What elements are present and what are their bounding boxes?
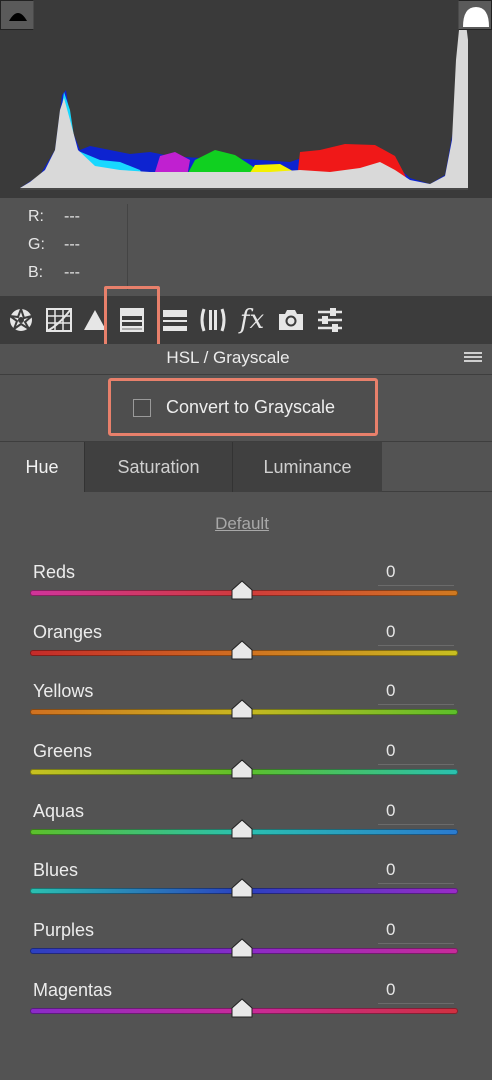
- readout-row-r: R: ---: [28, 208, 80, 226]
- slider-value-field[interactable]: 0: [378, 622, 454, 646]
- slider-value-field[interactable]: 0: [378, 980, 454, 1004]
- camera-calibration-icon: [279, 310, 303, 330]
- slider-value-field[interactable]: 0: [378, 562, 454, 586]
- readout-label: R:: [28, 208, 44, 225]
- slider-blues: Blues 0: [0, 860, 492, 920]
- shadow-clipping-toggle[interactable]: [0, 0, 34, 30]
- slider-label: Yellows: [33, 681, 94, 701]
- histogram-graph: [0, 0, 492, 198]
- panel-menu-icon[interactable]: [464, 352, 482, 366]
- readout-label: G:: [28, 236, 45, 253]
- slider-purples: Purples 0: [0, 920, 492, 980]
- tab-hue[interactable]: Hue: [0, 442, 84, 492]
- panel-title: HSL / Grayscale: [166, 348, 290, 367]
- slider-thumb[interactable]: [231, 580, 253, 600]
- panel-header: HSL / Grayscale: [0, 344, 492, 375]
- slider-yellows: Yellows 0: [0, 681, 492, 741]
- slider-aquas: Aquas 0: [0, 801, 492, 861]
- slider-value-field[interactable]: 0: [378, 920, 454, 944]
- slider-thumb[interactable]: [231, 819, 253, 839]
- readout-row-b: B: ---: [28, 264, 80, 282]
- slider-thumb[interactable]: [231, 640, 253, 660]
- highlight-clipping-toggle[interactable]: [458, 0, 492, 30]
- slider-thumb[interactable]: [231, 699, 253, 719]
- presets-sliders-icon: [318, 308, 342, 332]
- readout-value: ---: [64, 208, 80, 225]
- lens-corrections-button[interactable]: [198, 304, 228, 336]
- slider-value-field[interactable]: 0: [378, 801, 454, 825]
- lens-corrections-icon: [200, 308, 226, 332]
- panel-toolbar: fx: [0, 296, 492, 344]
- presets-button[interactable]: [315, 304, 345, 336]
- tab-strip-filler: [382, 442, 492, 492]
- slider-thumb[interactable]: [231, 878, 253, 898]
- slider-greens: Greens 0: [0, 741, 492, 801]
- convert-grayscale-label[interactable]: Convert to Grayscale: [166, 397, 335, 418]
- readout-row-g: G: ---: [28, 236, 80, 254]
- grid-icon: [46, 308, 72, 332]
- convert-grayscale-checkbox[interactable]: [133, 399, 151, 417]
- convert-grayscale-highlight: Convert to Grayscale: [108, 378, 378, 436]
- shadow-clip-icon: [9, 13, 27, 21]
- slider-thumb[interactable]: [231, 998, 253, 1018]
- active-tool-highlight: [104, 286, 160, 348]
- slider-label: Magentas: [33, 980, 113, 1000]
- slider-label: Greens: [33, 741, 93, 761]
- split-toning-icon: [163, 310, 187, 331]
- slider-label: Blues: [33, 860, 79, 880]
- readout-divider: [127, 204, 128, 290]
- slider-label: Oranges: [33, 622, 103, 642]
- hsl-tabs: Hue Saturation Luminance: [0, 442, 492, 492]
- slider-reds: Reds 0: [0, 562, 492, 622]
- histogram: [0, 0, 492, 198]
- slider-label: Purples: [33, 920, 95, 940]
- slider-label: Aquas: [33, 801, 85, 821]
- slider-value-field[interactable]: 0: [378, 681, 454, 705]
- readout-label: B:: [28, 264, 44, 281]
- slider-value-field[interactable]: 0: [378, 741, 454, 765]
- slider-magentas: Magentas 0: [0, 980, 492, 1040]
- slider-thumb[interactable]: [231, 759, 253, 779]
- aperture-icon: [9, 308, 33, 331]
- rgb-readout: R: --- G: --- B: ---: [0, 198, 492, 296]
- basic-panel-button[interactable]: [6, 304, 36, 336]
- camera-calibration-button[interactable]: [276, 304, 306, 336]
- split-toning-button[interactable]: [160, 304, 190, 336]
- fx-icon: fx: [239, 305, 265, 335]
- slider-label: Reds: [33, 562, 76, 582]
- default-link[interactable]: Default: [0, 514, 484, 534]
- effects-button[interactable]: fx: [237, 304, 267, 336]
- tab-saturation[interactable]: Saturation: [84, 442, 232, 492]
- tab-luminance[interactable]: Luminance: [232, 442, 382, 492]
- tone-curve-button[interactable]: [44, 304, 74, 336]
- highlight-clip-icon: [463, 7, 489, 27]
- readout-value: ---: [64, 264, 80, 281]
- slider-value-field[interactable]: 0: [378, 860, 454, 884]
- slider-oranges: Oranges 0: [0, 622, 492, 682]
- readout-value: ---: [64, 236, 80, 253]
- slider-thumb[interactable]: [231, 938, 253, 958]
- grayscale-section: Convert to Grayscale: [0, 375, 492, 442]
